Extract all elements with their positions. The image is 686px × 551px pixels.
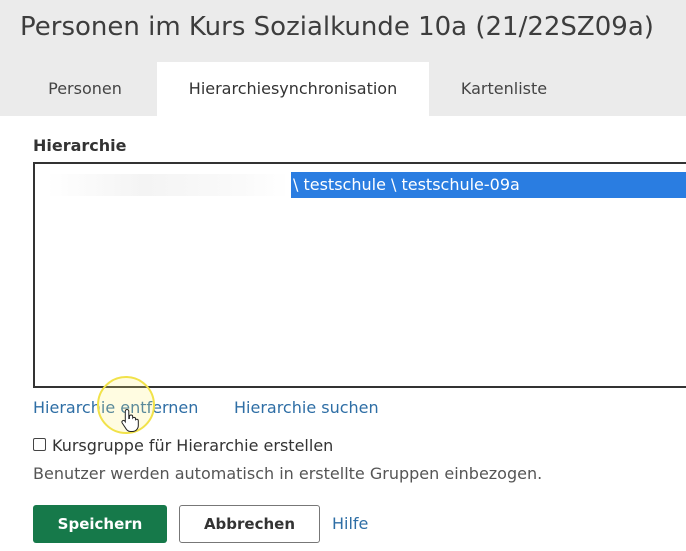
cancel-button[interactable]: Abbrechen [179, 505, 320, 543]
checkbox-label: Kursgruppe für Hierarchie erstellen [52, 436, 334, 455]
tab-personen[interactable]: Personen [20, 62, 150, 116]
blurred-path-prefix [47, 174, 289, 196]
hierarchy-list-item[interactable]: \ testschule \ testschule-09a [35, 172, 686, 198]
tab-hierarchiesynchronisation[interactable]: Hierarchiesynchronisation [157, 62, 429, 116]
hierarchy-listbox[interactable]: \ testschule \ testschule-09a [33, 162, 686, 388]
hierarchy-item-path: \ testschule \ testschule-09a [291, 172, 686, 198]
create-course-group-checkbox[interactable]: Kursgruppe für Hierarchie erstellen [33, 436, 333, 455]
search-hierarchy-link[interactable]: Hierarchie suchen [234, 398, 379, 417]
page-title: Personen im Kurs Sozialkunde 10a (21/22S… [20, 12, 654, 42]
help-link[interactable]: Hilfe [332, 514, 368, 533]
hierarchy-label: Hierarchie [33, 136, 127, 155]
tab-bar: Personen Hierarchiesynchronisation Karte… [0, 62, 686, 116]
hand-pointer-icon [121, 408, 139, 432]
save-button[interactable]: Speichern [33, 505, 167, 543]
checkbox-box[interactable] [33, 438, 46, 451]
auto-include-hint: Benutzer werden automatisch in erstellte… [33, 464, 543, 483]
page-header: Personen im Kurs Sozialkunde 10a (21/22S… [0, 0, 686, 62]
tab-kartenliste[interactable]: Kartenliste [429, 62, 579, 116]
